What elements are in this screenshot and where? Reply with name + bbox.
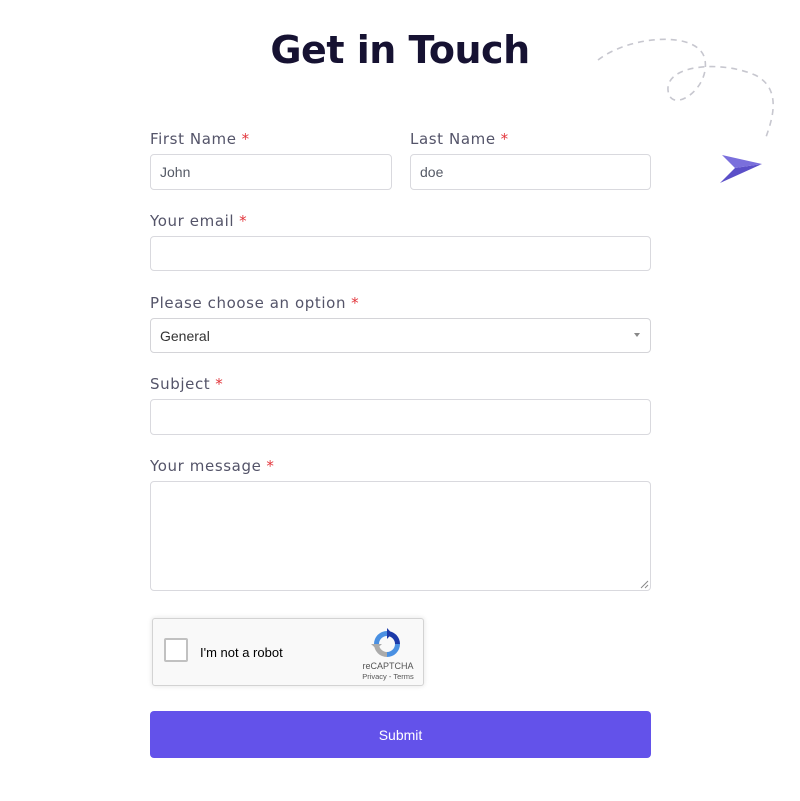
required-marker: *: [241, 130, 250, 148]
required-marker: *: [239, 212, 248, 230]
resize-grip-icon[interactable]: [639, 579, 649, 589]
required-marker: *: [215, 375, 224, 393]
captcha-terms-link[interactable]: Terms: [393, 672, 413, 681]
message-label: Your message *: [150, 457, 275, 475]
option-select[interactable]: General: [150, 318, 651, 353]
option-label: Please choose an option *: [150, 294, 360, 312]
submit-button[interactable]: Submit: [150, 711, 651, 758]
captcha-links: Privacy - Terms: [353, 672, 423, 681]
last-name-label: Last Name *: [410, 130, 509, 148]
captcha-brand: reCAPTCHA: [362, 661, 414, 671]
email-label: Your email *: [150, 212, 248, 230]
last-name-field[interactable]: [410, 154, 651, 190]
required-marker: *: [500, 130, 509, 148]
first-name-field[interactable]: [150, 154, 392, 190]
recaptcha-icon: [371, 628, 400, 657]
captcha-privacy-link[interactable]: Privacy: [362, 672, 387, 681]
chevron-down-icon: [634, 333, 640, 337]
required-marker: *: [351, 294, 360, 312]
option-select-value: General: [160, 327, 210, 344]
captcha-checkbox[interactable]: [164, 638, 188, 662]
subject-label: Subject *: [150, 375, 224, 393]
message-field[interactable]: [150, 481, 651, 591]
first-name-label: First Name *: [150, 130, 250, 148]
captcha-label: I'm not a robot: [200, 645, 283, 660]
email-field[interactable]: [150, 236, 651, 271]
subject-field[interactable]: [150, 399, 651, 435]
recaptcha-widget: I'm not a robot reCAPTCHA Privacy - Term…: [152, 618, 424, 686]
required-marker: *: [266, 457, 275, 475]
